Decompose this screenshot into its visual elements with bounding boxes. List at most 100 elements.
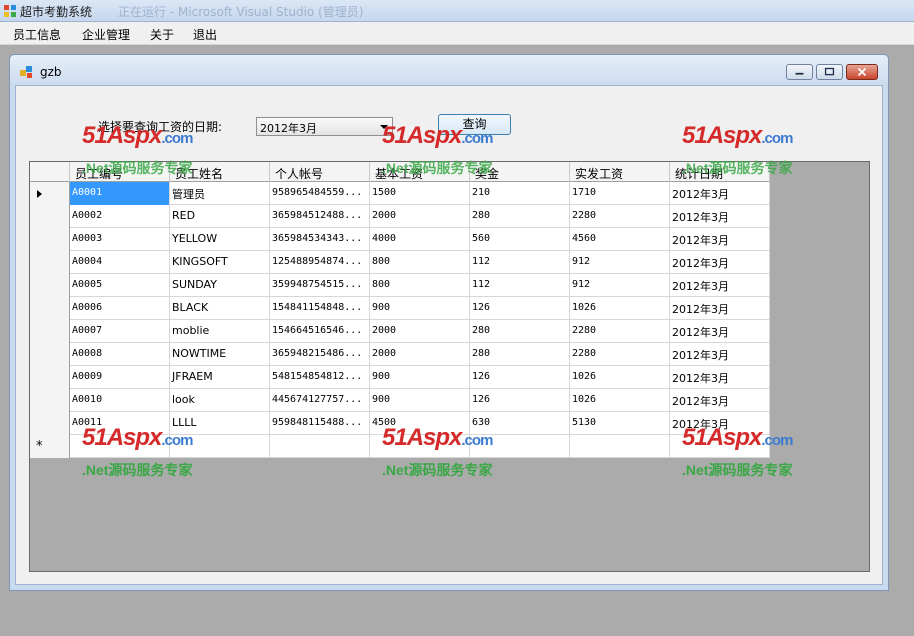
- cell-stat-date[interactable]: 2012年3月: [670, 274, 770, 297]
- child-titlebar[interactable]: gzb: [10, 55, 888, 85]
- cell-account[interactable]: 365948215486...: [270, 343, 370, 366]
- cell-employee-name[interactable]: YELLOW: [170, 228, 270, 251]
- cell-employee-id[interactable]: A0008: [70, 343, 170, 366]
- cell-account[interactable]: 359948754515...: [270, 274, 370, 297]
- cell-base-salary[interactable]: 4000: [370, 228, 470, 251]
- cell-net-salary[interactable]: 5130: [570, 412, 670, 435]
- cell-employee-id[interactable]: A0011: [70, 412, 170, 435]
- cell-stat-date[interactable]: 2012年3月: [670, 343, 770, 366]
- row-header[interactable]: [30, 182, 70, 205]
- minimize-button[interactable]: [786, 64, 813, 80]
- cell-stat-date[interactable]: 2012年3月: [670, 412, 770, 435]
- cell-bonus[interactable]: 280: [470, 343, 570, 366]
- cell-bonus[interactable]: 126: [470, 366, 570, 389]
- row-header[interactable]: [30, 412, 70, 435]
- menu-item-company-management[interactable]: 企业管理: [82, 26, 130, 43]
- cell-stat-date[interactable]: 2012年3月: [670, 205, 770, 228]
- cell-employee-name[interactable]: [170, 435, 270, 458]
- cell-employee-name[interactable]: look: [170, 389, 270, 412]
- column-header-base-salary[interactable]: 基本工资: [370, 162, 470, 182]
- row-header[interactable]: [30, 389, 70, 412]
- cell-bonus[interactable]: 126: [470, 297, 570, 320]
- cell-net-salary[interactable]: 1710: [570, 182, 670, 205]
- table-row[interactable]: A0002 RED 365984512488... 2000 280 2280 2012年3…: [30, 205, 770, 228]
- column-header-stat-date[interactable]: 统计日期: [670, 162, 770, 182]
- row-header[interactable]: [30, 274, 70, 297]
- cell-base-salary[interactable]: 2000: [370, 343, 470, 366]
- cell-net-salary[interactable]: 912: [570, 251, 670, 274]
- table-row[interactable]: A0007 moblie 154664516546... 2000 280 2280 201…: [30, 320, 770, 343]
- cell-employee-name[interactable]: NOWTIME: [170, 343, 270, 366]
- cell-bonus[interactable]: 126: [470, 389, 570, 412]
- cell-stat-date[interactable]: 2012年3月: [670, 182, 770, 205]
- cell-base-salary[interactable]: 800: [370, 251, 470, 274]
- table-row[interactable]: A0010 look 445674127757... 900 126 1026 2012年3…: [30, 389, 770, 412]
- cell-base-salary[interactable]: 4500: [370, 412, 470, 435]
- cell-base-salary[interactable]: 2000: [370, 205, 470, 228]
- cell-stat-date[interactable]: [670, 435, 770, 458]
- column-header-employee-id[interactable]: 员工编号: [70, 162, 170, 182]
- cell-net-salary[interactable]: 2280: [570, 205, 670, 228]
- restore-button[interactable]: [816, 64, 843, 80]
- cell-employee-name[interactable]: 管理员: [170, 182, 270, 205]
- cell-stat-date[interactable]: 2012年3月: [670, 320, 770, 343]
- cell-bonus[interactable]: 112: [470, 274, 570, 297]
- cell-net-salary[interactable]: 2280: [570, 343, 670, 366]
- cell-net-salary[interactable]: [570, 435, 670, 458]
- cell-base-salary[interactable]: 900: [370, 389, 470, 412]
- cell-employee-id[interactable]: A0004: [70, 251, 170, 274]
- table-row[interactable]: A0009 JFRAEM 548154854812... 900 126 1026 2012…: [30, 366, 770, 389]
- cell-bonus[interactable]: 280: [470, 320, 570, 343]
- cell-base-salary[interactable]: 800: [370, 274, 470, 297]
- cell-base-salary[interactable]: 900: [370, 366, 470, 389]
- cell-account[interactable]: 154841154848...: [270, 297, 370, 320]
- cell-employee-id[interactable]: [70, 435, 170, 458]
- table-row[interactable]: A0003 YELLOW 365984534343... 4000 560 4560 201…: [30, 228, 770, 251]
- cell-employee-name[interactable]: RED: [170, 205, 270, 228]
- cell-employee-id[interactable]: A0007: [70, 320, 170, 343]
- cell-net-salary[interactable]: 1026: [570, 389, 670, 412]
- cell-stat-date[interactable]: 2012年3月: [670, 228, 770, 251]
- cell-employee-name[interactable]: moblie: [170, 320, 270, 343]
- menu-item-employee-info[interactable]: 员工信息: [13, 26, 61, 43]
- cell-stat-date[interactable]: 2012年3月: [670, 297, 770, 320]
- table-row[interactable]: A0001 管理员 958965484559... 1500 210 1710 2012年3…: [30, 182, 770, 205]
- column-header-bonus[interactable]: 奖金: [470, 162, 570, 182]
- cell-net-salary[interactable]: 4560: [570, 228, 670, 251]
- cell-employee-id[interactable]: A0005: [70, 274, 170, 297]
- cell-net-salary[interactable]: 1026: [570, 297, 670, 320]
- table-row[interactable]: A0008 NOWTIME 365948215486... 2000 280 2280 20…: [30, 343, 770, 366]
- cell-account[interactable]: 365984534343...: [270, 228, 370, 251]
- cell-account[interactable]: 445674127757...: [270, 389, 370, 412]
- cell-account[interactable]: 365984512488...: [270, 205, 370, 228]
- cell-bonus[interactable]: 280: [470, 205, 570, 228]
- cell-account[interactable]: 548154854812...: [270, 366, 370, 389]
- cell-base-salary[interactable]: [370, 435, 470, 458]
- table-row[interactable]: A0004 KINGSOFT 125488954874... 800 112 912 201…: [30, 251, 770, 274]
- cell-account[interactable]: 154664516546...: [270, 320, 370, 343]
- new-row[interactable]: *: [30, 435, 770, 458]
- cell-stat-date[interactable]: 2012年3月: [670, 389, 770, 412]
- cell-employee-name[interactable]: JFRAEM: [170, 366, 270, 389]
- row-header[interactable]: [30, 251, 70, 274]
- column-header-account[interactable]: 个人帐号: [270, 162, 370, 182]
- cell-bonus[interactable]: 112: [470, 251, 570, 274]
- cell-employee-id[interactable]: A0010: [70, 389, 170, 412]
- table-row[interactable]: A0005 SUNDAY 359948754515... 800 112 912 2012年…: [30, 274, 770, 297]
- cell-employee-id[interactable]: A0001: [70, 182, 170, 205]
- column-header-employee-name[interactable]: 员工姓名: [170, 162, 270, 182]
- cell-account[interactable]: 125488954874...: [270, 251, 370, 274]
- row-header[interactable]: *: [30, 435, 70, 458]
- salary-grid[interactable]: 员工编号 员工姓名 个人帐号 基本工资 奖金 实发工资 统计日期 A0001 管理…: [29, 161, 870, 572]
- menu-item-exit[interactable]: 退出: [193, 26, 217, 43]
- column-header-net-salary[interactable]: 实发工资: [570, 162, 670, 182]
- cell-employee-name[interactable]: BLACK: [170, 297, 270, 320]
- cell-bonus[interactable]: 210: [470, 182, 570, 205]
- cell-stat-date[interactable]: 2012年3月: [670, 251, 770, 274]
- row-header[interactable]: [30, 320, 70, 343]
- cell-employee-name[interactable]: SUNDAY: [170, 274, 270, 297]
- cell-employee-name[interactable]: KINGSOFT: [170, 251, 270, 274]
- cell-account[interactable]: [270, 435, 370, 458]
- table-row[interactable]: A0006 BLACK 154841154848... 900 126 1026 2012年…: [30, 297, 770, 320]
- cell-base-salary[interactable]: 1500: [370, 182, 470, 205]
